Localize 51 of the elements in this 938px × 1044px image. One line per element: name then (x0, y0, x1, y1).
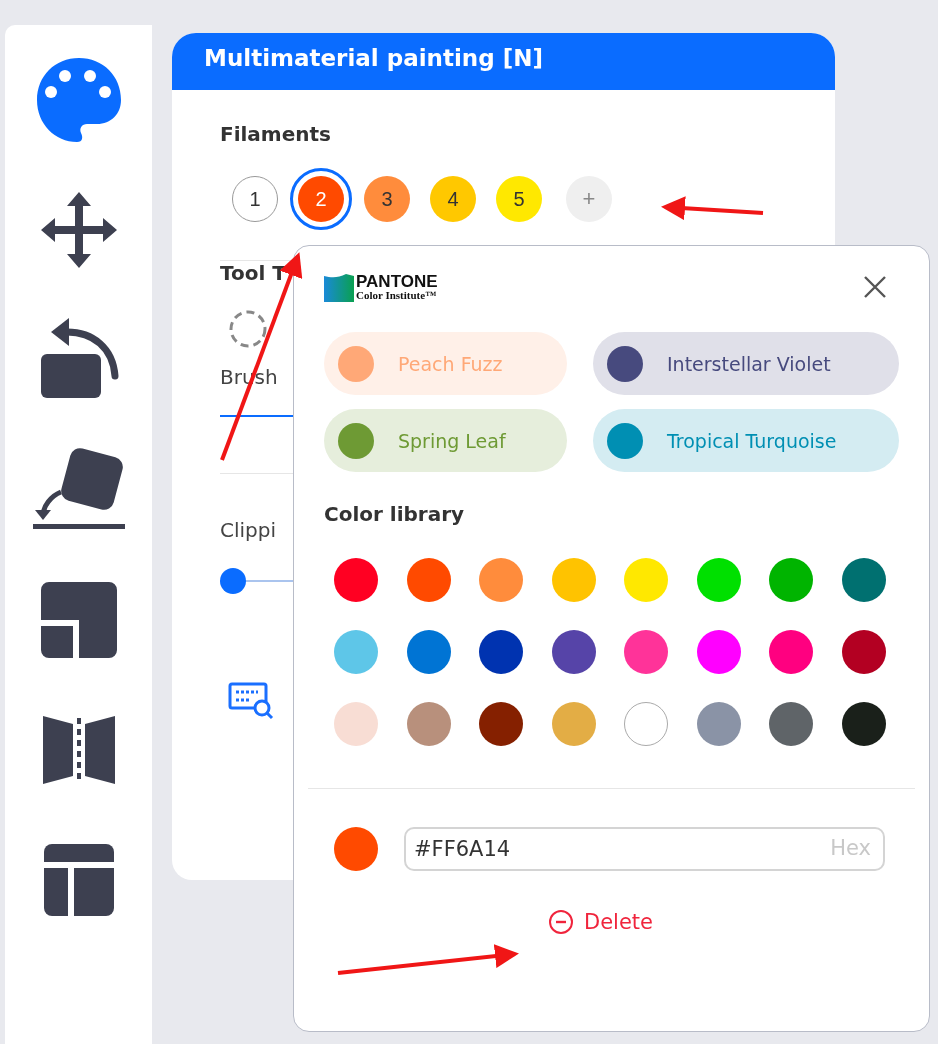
color-swatch[interactable] (551, 558, 596, 602)
color-swatch[interactable] (769, 630, 813, 674)
close-icon (863, 275, 887, 299)
minus-circle-icon (548, 909, 574, 935)
section-heading: Color library (324, 502, 466, 526)
color-swatch[interactable] (479, 702, 523, 746)
close-button[interactable] (863, 275, 887, 299)
brand-name: PANTONE (356, 273, 438, 290)
color-swatch[interactable] (551, 630, 596, 674)
delete-button[interactable]: Delete (548, 909, 653, 935)
color-swatch[interactable] (696, 702, 741, 746)
color-swatch[interactable] (479, 558, 523, 602)
color-swatch[interactable] (624, 702, 668, 746)
pantone-logo-icon (324, 272, 354, 302)
keyboard-search-icon[interactable] (228, 680, 274, 720)
filament-button[interactable]: 2 (290, 168, 352, 230)
pantone-color-chip[interactable]: Spring Leaf (324, 409, 567, 472)
color-swatch[interactable] (624, 630, 668, 674)
layout-icon[interactable] (40, 582, 117, 658)
circle-tool-icon[interactable] (228, 309, 268, 349)
place-on-face-icon[interactable] (30, 448, 127, 532)
slider-thumb[interactable] (220, 568, 246, 594)
color-swatch[interactable] (406, 702, 451, 746)
palette-icon[interactable] (34, 56, 123, 144)
color-swatch[interactable] (696, 558, 741, 602)
pantone-color-chip[interactable]: Tropical Turquoise (593, 409, 899, 472)
section-heading: Filaments (220, 122, 331, 146)
clipping-label: Clippi (220, 518, 278, 542)
color-swatch[interactable] (479, 630, 523, 674)
color-swatch[interactable] (696, 630, 741, 674)
table-icon[interactable] (43, 844, 114, 916)
color-swatch[interactable] (551, 702, 596, 746)
color-name: Peach Fuzz (398, 352, 503, 375)
color-swatch[interactable] (334, 702, 378, 746)
color-swatch[interactable] (841, 702, 886, 746)
color-swatch[interactable] (624, 558, 668, 602)
panel-title: Multimaterial painting [N] (172, 33, 835, 90)
color-swatch[interactable] (769, 702, 813, 746)
pantone-color-chip[interactable]: Interstellar Violet (593, 332, 899, 395)
brand-subtitle: Color Institute™ (356, 290, 438, 301)
color-swatch[interactable] (334, 630, 378, 674)
color-swatch[interactable] (841, 630, 886, 674)
color-swatch[interactable] (406, 630, 451, 674)
color-swatch[interactable] (334, 558, 378, 602)
color-swatch[interactable] (406, 558, 451, 602)
color-name: Interstellar Violet (667, 352, 831, 375)
color-swatch[interactable] (769, 558, 813, 602)
color-swatch[interactable] (841, 558, 886, 602)
add-filament-button[interactable]: + (566, 176, 612, 222)
color-name: Tropical Turquoise (667, 429, 837, 452)
color-name: Spring Leaf (398, 429, 506, 452)
